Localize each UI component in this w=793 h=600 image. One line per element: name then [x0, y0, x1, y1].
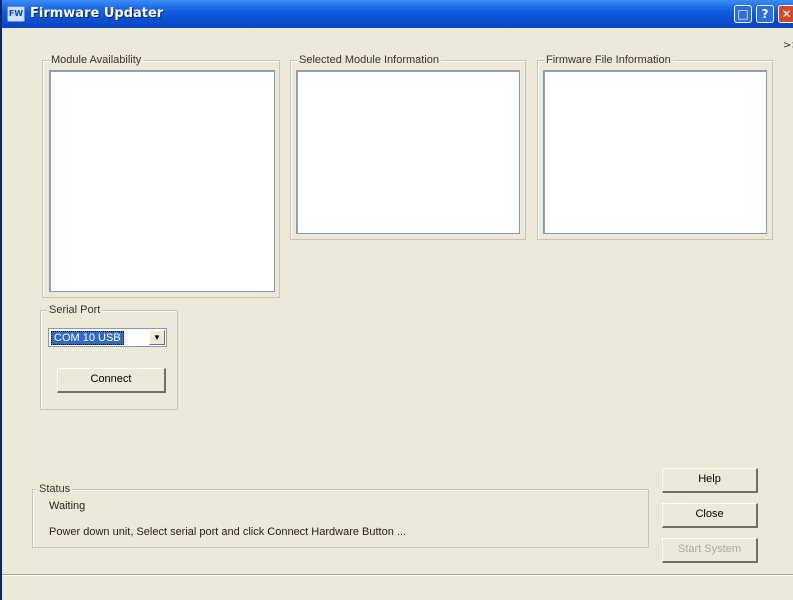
selected-module-info-box[interactable]	[296, 70, 520, 234]
serial-port-group: Serial Port	[40, 304, 178, 410]
firmware-updater-window: FW Firmware Updater □ ? ✕ >> Module Avai…	[0, 0, 793, 600]
firmware-file-info-group: Firmware File Information	[537, 54, 773, 240]
module-availability-label: Module Availability	[49, 54, 144, 66]
bottom-separator	[2, 574, 793, 576]
help-titlebar-button[interactable]: ?	[756, 5, 774, 23]
close-window-button[interactable]: ✕	[778, 5, 793, 23]
serial-port-select[interactable]: COM 10 USB ▼	[48, 328, 167, 347]
status-label: Status	[37, 483, 73, 495]
overflow-chevron-icon[interactable]: >>	[783, 40, 793, 51]
status-group: Status	[32, 483, 649, 548]
serial-port-selected-value: COM 10 USB	[51, 331, 124, 345]
title-bar[interactable]: FW Firmware Updater □ ? ✕	[2, 0, 793, 28]
selected-module-info-label: Selected Module Information	[297, 54, 442, 66]
app-icon: FW	[7, 6, 25, 22]
status-message: Power down unit, Select serial port and …	[49, 526, 407, 538]
module-availability-list[interactable]	[49, 70, 275, 292]
serial-port-label: Serial Port	[47, 304, 103, 316]
selected-module-info-group: Selected Module Information	[290, 54, 526, 240]
start-system-button[interactable]: Start System	[662, 538, 758, 563]
status-state: Waiting	[49, 500, 86, 512]
connect-button[interactable]: Connect	[57, 368, 166, 393]
maximize-button[interactable]: □	[734, 5, 752, 23]
module-availability-group: Module Availability	[42, 54, 280, 298]
window-title: Firmware Updater	[30, 6, 164, 21]
firmware-file-info-label: Firmware File Information	[544, 54, 673, 66]
firmware-file-info-box[interactable]	[543, 70, 767, 234]
close-button[interactable]: Close	[662, 503, 758, 528]
chevron-down-icon[interactable]: ▼	[149, 330, 165, 345]
help-button[interactable]: Help	[662, 468, 758, 493]
